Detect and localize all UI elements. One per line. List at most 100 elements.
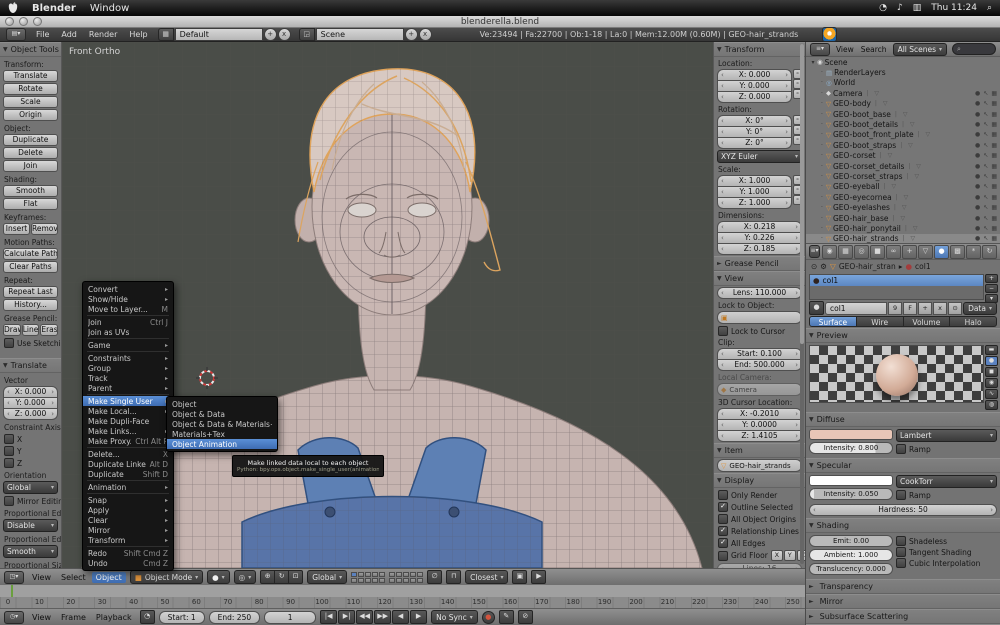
menu-item-track[interactable]: Track▸ [83,373,173,383]
row-restrict-toggles[interactable]: ●↖▦ [975,225,997,232]
lock-to-cursor-checkbox[interactable]: Lock to Cursor [718,326,801,336]
outliner-row-geo-boot-base[interactable]: ·▽GEO-boot_base| ▽●↖▦ [806,109,1000,119]
slot-add-button[interactable]: + [985,274,998,283]
tool-button-calculate-paths[interactable]: Calculate Paths [3,248,58,260]
outliner-row-geo-boot-straps[interactable]: ·▽GEO-boot_straps| ▽●↖▦ [806,140,1000,150]
proportional-editing-dropdown[interactable]: Disable▾ [3,519,58,532]
outliner-row-world[interactable]: ·◎World [806,78,1000,88]
menu-add[interactable]: Add [59,30,79,39]
fake-user-button[interactable]: F [903,302,917,315]
rotation-field[interactable]: X: 0° [717,115,792,127]
specular-color-swatch[interactable] [809,475,893,486]
layer-toggle[interactable] [417,578,423,583]
view-panel-header[interactable]: ▼View [714,271,805,286]
renderable-icon[interactable]: ▦ [991,204,997,211]
selectable-icon[interactable]: ↖ [983,235,988,242]
diffuse-panel-header[interactable]: ▼Diffuse [806,412,1000,427]
vector-field[interactable]: X: 0.000 [3,386,58,398]
material-type-surface[interactable]: Surface [809,316,857,327]
renderable-icon[interactable]: ▦ [991,194,997,201]
specular-ramp-checkbox[interactable]: Ramp [896,490,997,500]
visibility-eye-icon[interactable]: ● [975,163,980,170]
submenu-item-object-data[interactable]: Object & Data [167,409,277,419]
material-type-wire[interactable]: Wire [857,316,904,327]
record-button[interactable]: ● [482,611,495,624]
tool-button-flat[interactable]: Flat [3,198,58,210]
expander-icon[interactable]: · [818,204,826,211]
screen-add-button[interactable]: + [264,28,277,41]
menu-item-duplicate[interactable]: DuplicateShift D [83,469,173,479]
mac-app-menu[interactable]: Blender [32,3,76,14]
expander-icon[interactable]: · [818,90,826,97]
next-keyframe-button[interactable]: ▶▶ [374,610,391,624]
layer-toggle[interactable] [389,578,395,583]
diffuse-color-swatch[interactable] [809,429,893,440]
diffuse-ramp-checkbox[interactable]: Ramp [896,444,997,454]
keying-set-icon[interactable]: ✎ [499,610,514,624]
outliner-row-geo-hair-ponytail[interactable]: ·▽GEO-hair_ponytail| ▽●↖▦ [806,223,1000,233]
outliner-row-geo-corset-details[interactable]: ·▽GEO-corset_details| ▽●↖▦ [806,161,1000,171]
menu-item-group[interactable]: Group▸ [83,363,173,373]
expander-icon[interactable]: · [818,183,826,190]
play-button[interactable]: ▶ [410,610,427,624]
lock-icon[interactable]: ∅ [427,570,442,584]
layer-toggle[interactable] [396,572,402,577]
cursor-field[interactable]: Z: 1.4105 [717,431,802,442]
menu-item-make-single-user[interactable]: Make Single User▸ [83,396,173,406]
tool-button-remove[interactable]: Remove [31,223,58,235]
material-slot-list[interactable]: ● col1 [809,274,984,300]
object-tools-panel-header[interactable]: ▼ Object Tools [0,42,61,57]
tool-button-delete[interactable]: Delete [3,147,58,159]
render-opengl-anim-icon[interactable]: ▶ [531,570,546,584]
properties-tab-texture[interactable]: ▩ [950,245,965,259]
clock-icon[interactable]: ◔ [879,3,887,13]
item-panel-header[interactable]: ▼Item [714,443,805,458]
item-name-field[interactable]: ▽GEO-hair_strands [717,459,802,472]
outliner-row-geo-corset[interactable]: ·▽GEO-corset| ▽●↖▦ [806,151,1000,161]
panel-header-transparency[interactable]: ►Transparency [806,579,1000,594]
renderable-icon[interactable]: ▦ [991,163,997,170]
diffuse-intensity-slider[interactable]: Intensity: 0.800 [809,442,893,454]
specular-panel-header[interactable]: ▼Specular [806,458,1000,473]
outliner-row-geo-boot-details[interactable]: ·▽GEO-boot_details| ▽●↖▦ [806,119,1000,129]
current-frame-field[interactable]: 1 [264,611,316,624]
selectable-icon[interactable]: ↖ [983,111,988,118]
play-reverse-button[interactable]: ◀ [392,610,409,624]
outliner-row-geo-eyeball[interactable]: ·▽GEO-eyeball| ▽●↖▦ [806,182,1000,192]
local-camera-field[interactable]: ◆Camera [717,383,802,396]
viewport-menu-view[interactable]: View [28,572,55,583]
tool-button-scale[interactable]: Scale [3,96,58,108]
tool-button-smooth[interactable]: Smooth [3,185,58,197]
selectable-icon[interactable]: ↖ [983,183,988,190]
expander-icon[interactable]: · [818,111,826,118]
layer-toggle[interactable] [396,578,402,583]
tool-button-draw[interactable]: Draw [3,324,21,336]
selectable-icon[interactable]: ↖ [983,152,988,159]
editor-type-icon[interactable]: ≡▾ [809,245,820,258]
selectable-icon[interactable]: ↖ [983,90,988,97]
manipulator-scale-icon[interactable]: ⊡ [289,570,303,584]
shading-slider[interactable]: Emit: 0.00 [809,535,893,547]
outliner-row-scene[interactable]: ▾◉Scene [806,57,1000,67]
material-name-field[interactable]: col1 [825,302,887,315]
display-only-render[interactable]: Only Render [718,490,801,500]
pin-id-button[interactable]: ⊙ [948,302,962,315]
clip-start-field[interactable]: Start: 0.100 [717,348,802,360]
outliner-search-menu[interactable]: Search [860,45,888,54]
menu-item-animation[interactable]: Animation▸ [83,482,173,492]
screen-selector[interactable]: ▦ Default + x [158,28,291,41]
shading-tangent-shading[interactable]: Tangent Shading [896,547,997,557]
menu-item-game[interactable]: Game▸ [83,340,173,350]
layer-toggle[interactable] [358,578,364,583]
layer-toggle[interactable] [403,578,409,583]
timeline-menu-playback[interactable]: Playback [92,612,136,623]
menu-item-transform[interactable]: Transform▸ [83,535,173,545]
selectable-icon[interactable]: ↖ [983,173,988,180]
shading-cubic-interpolation[interactable]: Cubic Interpolation [896,558,997,568]
viewport-shading-dropdown[interactable]: ●▾ [207,570,230,584]
layer-toggle[interactable] [365,578,371,583]
apple-icon[interactable] [8,2,18,14]
scale-field[interactable]: Z: 1.000 [717,198,792,209]
clip-end-field[interactable]: End: 500.000 [717,360,802,371]
expander-icon[interactable]: · [818,142,826,149]
